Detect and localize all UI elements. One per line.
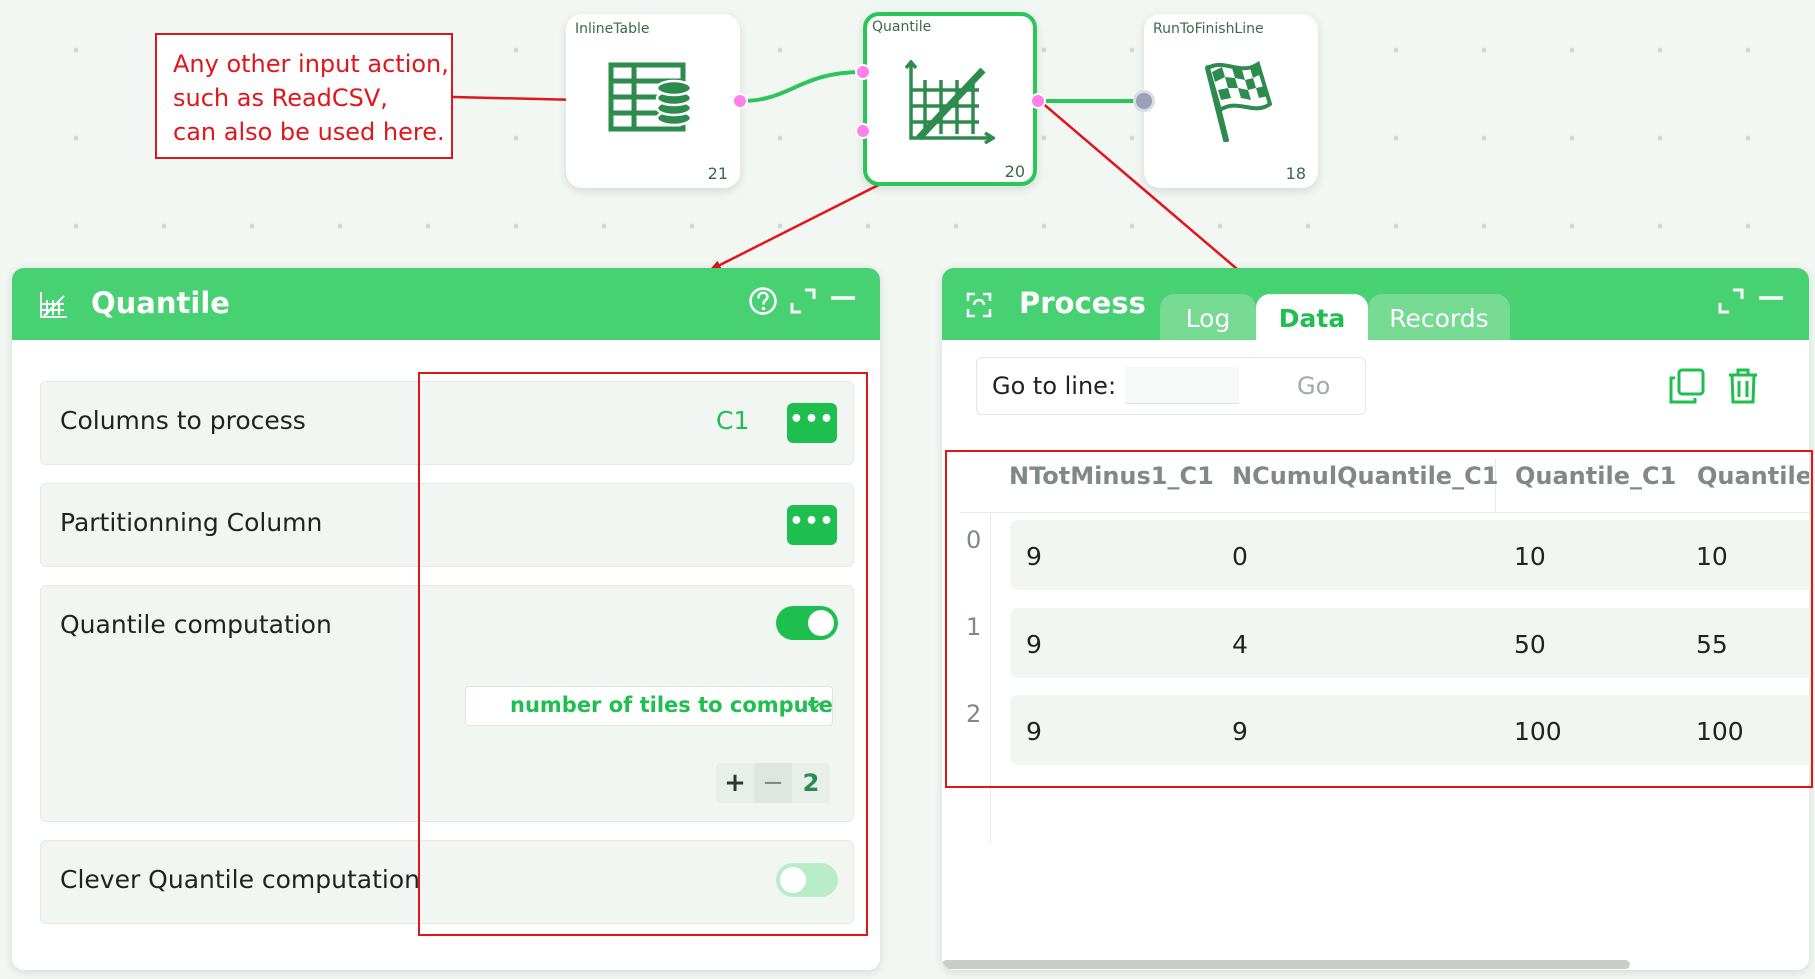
panel-title: Process xyxy=(1019,286,1146,320)
annotation-arrow xyxy=(452,94,581,105)
node-count: 21 xyxy=(707,164,728,183)
minimize-icon[interactable] xyxy=(828,286,858,316)
output-port[interactable] xyxy=(1030,93,1046,109)
row-label: Partitionning Column xyxy=(60,508,323,537)
process-icon xyxy=(966,292,992,318)
input-port[interactable] xyxy=(855,64,871,80)
node-count: 18 xyxy=(1285,164,1306,183)
annotation-box: Any other input action, such as ReadCSV,… xyxy=(155,33,453,159)
goto-line-box: Go to line: Go xyxy=(976,357,1366,415)
horizontal-scrollbar[interactable] xyxy=(942,960,1630,969)
row-label: Clever Quantile computation xyxy=(60,865,421,894)
tab-records[interactable]: Records xyxy=(1368,294,1510,340)
node-count: 20 xyxy=(1004,162,1025,181)
node-title: InlineTable xyxy=(575,21,650,37)
node-runtofinishline[interactable]: RunToFinishLine 18 xyxy=(1144,14,1318,188)
settings-highlight-box xyxy=(418,372,868,936)
inline-table-icon xyxy=(608,62,693,132)
quantile-chart-icon xyxy=(40,292,67,318)
expand-icon[interactable] xyxy=(1716,286,1746,316)
row-label: Columns to process xyxy=(60,406,306,435)
annotation-line: such as ReadCSV, xyxy=(173,84,388,112)
minimize-icon[interactable] xyxy=(1756,286,1786,316)
node-title: Quantile xyxy=(872,19,932,35)
connection-inlinetable-quantile xyxy=(741,70,863,103)
table-highlight-box xyxy=(945,450,1813,788)
expand-icon[interactable] xyxy=(788,286,818,316)
tab-log[interactable]: Log xyxy=(1160,294,1256,340)
output-port[interactable] xyxy=(732,93,748,109)
annotation-line: Any other input action, xyxy=(173,50,449,78)
checkered-flag-icon xyxy=(1205,60,1272,142)
panel-header: Quantile xyxy=(12,268,880,340)
quantile-chart-icon xyxy=(905,60,995,144)
goto-line-input[interactable] xyxy=(1125,367,1239,404)
goto-label: Go to line: xyxy=(992,372,1117,400)
node-inlinetable[interactable]: InlineTable 21 xyxy=(566,14,740,188)
panel-title: Quantile xyxy=(91,286,230,320)
node-quantile[interactable]: Quantile 20 xyxy=(863,12,1037,186)
help-icon[interactable] xyxy=(748,286,778,316)
copy-icon[interactable] xyxy=(1669,368,1705,404)
go-button[interactable]: Go xyxy=(1297,372,1330,400)
row-label: Quantile computation xyxy=(60,610,332,639)
annotation-line: can also be used here. xyxy=(173,118,445,146)
panel-header: Process Log Data Records xyxy=(942,268,1809,340)
tab-data[interactable]: Data xyxy=(1256,294,1368,340)
input-port[interactable] xyxy=(855,123,871,139)
input-port[interactable] xyxy=(1133,90,1155,112)
trash-icon[interactable] xyxy=(1727,368,1759,404)
node-title: RunToFinishLine xyxy=(1153,21,1264,37)
